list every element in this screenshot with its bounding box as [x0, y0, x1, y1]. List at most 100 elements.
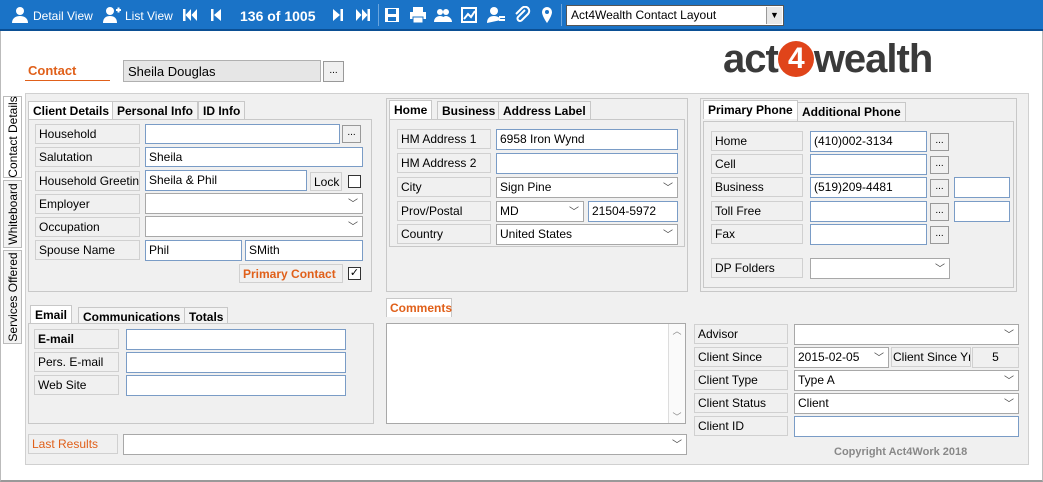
chevron-down-icon[interactable]: ﹀ — [1001, 372, 1017, 389]
logo-text-wealth: wealth — [813, 37, 933, 81]
chevron-down-icon[interactable]: ﹀ — [345, 195, 361, 212]
tab-address-label[interactable]: Address Label — [498, 101, 591, 120]
comments-textarea[interactable]: ︿ ﹀ — [386, 323, 686, 424]
tab-client-details[interactable]: Client Details — [28, 101, 115, 120]
side-tab-label: Whiteboard — [5, 183, 20, 245]
contacts-icon[interactable] — [434, 6, 452, 24]
first-record-icon[interactable] — [181, 6, 199, 24]
toll-free-field[interactable] — [810, 201, 927, 222]
business-phone-button[interactable]: ... — [930, 179, 949, 197]
business-phone-field[interactable]: (519)209-4481 — [810, 177, 927, 198]
web-site-field[interactable] — [126, 375, 346, 396]
chevron-down-icon[interactable]: ﹀ — [660, 226, 676, 243]
side-tab-whiteboard[interactable]: Whiteboard — [3, 180, 22, 248]
occupation-label: Occupation — [35, 217, 140, 237]
user-add-icon[interactable] — [103, 6, 121, 24]
lock-label: Lock — [310, 172, 342, 191]
postal-code-field[interactable]: 21504-5972 — [588, 201, 678, 222]
tab-business[interactable]: Business — [437, 101, 501, 120]
hm-address-2-field[interactable] — [496, 153, 678, 174]
layout-select[interactable]: Act4Wealth Contact Layout ▼ — [566, 5, 784, 26]
household-greeting-field[interactable]: Sheila & Phil — [145, 170, 307, 191]
email-label: E-mail — [34, 329, 119, 349]
salutation-field[interactable]: Sheila — [145, 147, 363, 167]
home-phone-field[interactable]: (410)002-3134 — [810, 131, 927, 152]
chevron-down-icon[interactable]: ﹀ — [1001, 326, 1017, 343]
tab-home[interactable]: Home — [389, 100, 433, 119]
client-id-field[interactable] — [794, 416, 1019, 437]
dp-folders-select[interactable]: ﹀ — [810, 258, 950, 279]
province-select[interactable]: MD ﹀ — [496, 201, 584, 222]
client-status-select[interactable]: Client ﹀ — [794, 393, 1019, 414]
print-icon[interactable] — [409, 6, 427, 24]
tab-id-info[interactable]: ID Info — [198, 101, 246, 120]
contact-name-field[interactable]: Sheila Douglas — [123, 60, 321, 82]
prev-record-icon[interactable] — [207, 6, 225, 24]
fax-field[interactable] — [810, 224, 927, 245]
fax-button[interactable]: ... — [930, 226, 949, 244]
chevron-down-icon[interactable]: ﹀ — [566, 203, 582, 220]
chart-icon[interactable] — [460, 6, 478, 24]
occupation-select[interactable]: ﹀ — [145, 216, 363, 237]
email-field[interactable] — [126, 329, 346, 350]
side-tab-services-offered[interactable]: Services Offered — [3, 250, 22, 344]
user-icon[interactable] — [11, 6, 29, 24]
next-record-icon[interactable] — [329, 6, 347, 24]
country-select[interactable]: United States ﹀ — [496, 224, 678, 245]
chevron-down-icon[interactable]: ﹀ — [932, 260, 948, 277]
scroll-up-icon[interactable]: ︿ — [669, 324, 685, 337]
primary-contact-checkbox[interactable]: ✓ — [348, 267, 361, 280]
scroll-down-icon[interactable]: ﹀ — [669, 410, 685, 423]
client-since-yrs-value: 5 — [972, 347, 1019, 368]
business-extension-field[interactable] — [954, 177, 1010, 198]
personal-email-field[interactable] — [126, 352, 346, 373]
home-phone-button[interactable]: ... — [930, 133, 949, 151]
city-select[interactable]: Sign Pine ﹀ — [496, 177, 678, 198]
employer-select[interactable]: ﹀ — [145, 193, 363, 214]
tab-email[interactable]: Email — [30, 305, 73, 324]
chevron-down-icon[interactable]: ▼ — [766, 7, 782, 24]
cell-phone-button[interactable]: ... — [930, 156, 949, 174]
cell-phone-field[interactable] — [810, 154, 927, 175]
spouse-last-name-field[interactable]: SMith — [245, 240, 363, 261]
last-record-icon[interactable] — [354, 6, 372, 24]
lock-checkbox[interactable] — [348, 175, 361, 188]
chevron-down-icon[interactable]: ﹀ — [871, 349, 887, 366]
save-icon[interactable] — [383, 6, 401, 24]
comments-scrollbar[interactable]: ︿ ﹀ — [668, 324, 685, 423]
chevron-down-icon[interactable]: ﹀ — [1001, 395, 1017, 412]
detail-view-button[interactable]: Detail View — [33, 9, 93, 23]
advisor-label: Advisor — [694, 324, 788, 344]
list-view-button[interactable]: List View — [125, 9, 173, 23]
household-field[interactable] — [145, 124, 340, 144]
copyright-text: Copyright Act4Work 2018 — [834, 446, 968, 458]
client-type-select[interactable]: Type A ﹀ — [794, 370, 1019, 391]
last-results-select[interactable]: ﹀ — [123, 434, 687, 455]
map-pin-icon[interactable] — [538, 6, 556, 24]
tab-additional-phone[interactable]: Additional Phone — [797, 102, 906, 121]
personal-email-label: Pers. E-mail — [34, 352, 119, 372]
chevron-down-icon[interactable]: ﹀ — [660, 179, 676, 196]
chevron-down-icon[interactable]: ﹀ — [669, 436, 685, 453]
attach-icon[interactable] — [513, 6, 531, 24]
tab-personal-info[interactable]: Personal Info — [112, 101, 199, 120]
household-lookup-button[interactable]: ... — [342, 125, 361, 143]
contact-lookup-button[interactable]: ... — [323, 61, 344, 82]
toll-free-extension-field[interactable] — [954, 201, 1010, 222]
toll-free-button[interactable]: ... — [930, 203, 949, 221]
spouse-first-name-field[interactable]: Phil — [145, 240, 242, 261]
advisor-select[interactable]: ﹀ — [794, 324, 1019, 345]
hm-address-1-field[interactable]: 6958 Iron Wynd — [496, 129, 678, 150]
user-profile-icon[interactable] — [487, 6, 505, 24]
logo-badge-4: 4 — [777, 41, 814, 77]
chevron-down-icon[interactable]: ﹀ — [345, 218, 361, 235]
side-tab-contact-details[interactable]: Contact Details — [3, 96, 22, 178]
client-since-date-picker[interactable]: 2015-02-05 ﹀ — [794, 347, 889, 368]
client-since-label: Client Since — [694, 347, 788, 367]
client-status-label: Client Status — [694, 393, 788, 413]
client-since-value: 2015-02-05 — [798, 350, 860, 364]
province-value: MD — [500, 204, 519, 218]
comments-label: Comments — [386, 298, 452, 317]
hm-address-2-label: HM Address 2 — [397, 153, 491, 173]
tab-primary-phone[interactable]: Primary Phone — [703, 100, 798, 119]
